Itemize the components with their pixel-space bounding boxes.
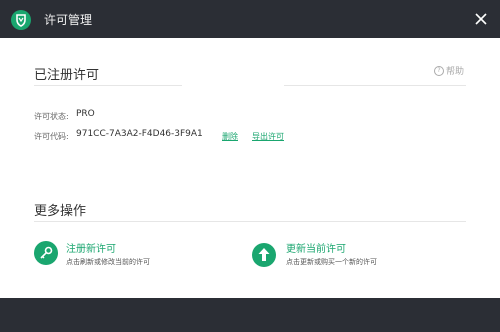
arrow-up-icon[interactable] — [252, 243, 276, 267]
registered-section-title: 已注册许可 — [34, 68, 100, 83]
question-icon: ? — [433, 65, 444, 76]
footer-bar — [0, 298, 500, 332]
code-label: 许可代码: — [34, 132, 69, 141]
help-label: 帮助 — [445, 67, 464, 77]
title-bar: 许可管理 — [0, 0, 500, 38]
delete-link[interactable]: 删除 — [222, 131, 238, 142]
shield-logo-icon — [11, 10, 31, 30]
registered-divider-left — [34, 85, 182, 86]
register-new-license-link[interactable]: 注册新许可 — [66, 240, 116, 255]
license-content: 已注册许可 ? 帮助 许可状态: PRO 许可代码: 971CC-7A3A2-F… — [0, 38, 500, 298]
status-value: PRO — [76, 109, 95, 119]
register-description: 点击刷新或修改当前的许可 — [66, 258, 150, 266]
status-label: 许可状态: — [34, 112, 69, 121]
update-license-link[interactable]: 更新当前许可 — [286, 240, 346, 255]
window-title: 许可管理 — [44, 13, 93, 27]
more-divider — [34, 221, 466, 222]
close-icon[interactable] — [470, 8, 492, 30]
registered-divider-right — [284, 85, 466, 86]
help-link[interactable]: ? 帮助 — [433, 64, 464, 77]
code-value: 971CC-7A3A2-F4D46-3F9A1 — [76, 129, 203, 139]
key-icon[interactable] — [34, 241, 58, 265]
export-link[interactable]: 导出许可 — [252, 131, 284, 142]
more-section-title: 更多操作 — [34, 204, 87, 219]
update-description: 点击更新或购买一个新的许可 — [286, 258, 377, 266]
